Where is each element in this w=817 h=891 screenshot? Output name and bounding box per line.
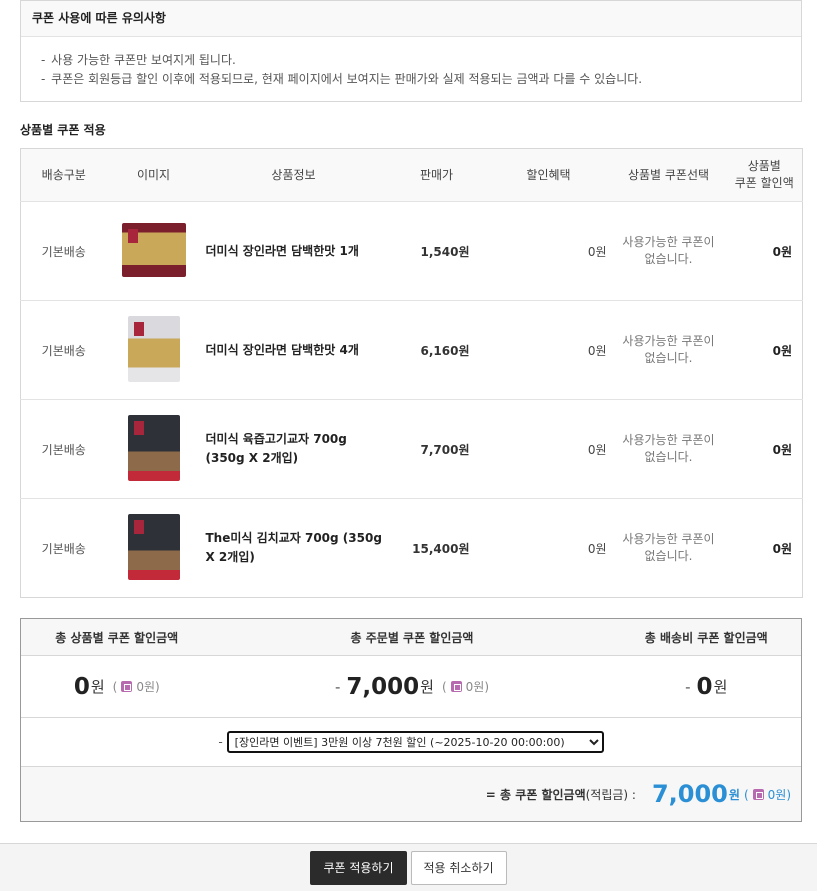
order-discount-value: 7,000 [346, 673, 420, 700]
coupon-empty-line2: 없습니다. [644, 549, 693, 563]
header-coupon-discount-line2: 쿠폰 할인액 [734, 176, 794, 190]
mileage-icon [450, 681, 462, 692]
order-discount-total: -7,000 원 (0원) [213, 656, 612, 717]
coupon-select-empty: 사용가능한 쿠폰이없습니다. [610, 399, 727, 499]
mileage-icon [752, 788, 764, 800]
order-discount-mileage: (0원) [441, 680, 490, 694]
notice-list: 사용 가능한 쿠폰만 보여지게 됩니다. 쿠폰은 회원등급 할인 이후에 적용되… [21, 37, 801, 89]
header-coupon-discount: 상품별 쿠폰 할인액 [726, 148, 803, 202]
product-image[interactable] [121, 222, 186, 277]
select-dash: - [218, 735, 223, 749]
ship-type: 기본배송 [20, 300, 107, 400]
action-footer: 쿠폰 적용하기 적용 취소하기 [0, 843, 817, 891]
product-discount-mileage: (0원) [112, 680, 160, 694]
product-name[interactable]: 더미식 장인라면 담백한맛 1개 [200, 201, 387, 301]
header-benefit: 할인혜택 [486, 148, 611, 202]
notice-title: 쿠폰 사용에 따른 유의사항 [21, 1, 801, 37]
shipping-discount-value: 0 [696, 673, 713, 700]
summary-values: 0원 (0원) -7,000 원 (0원) -0원 [21, 656, 801, 718]
header-info: 상품정보 [200, 148, 387, 202]
summary-header-order: 총 주문별 쿠폰 할인금액 [350, 630, 474, 645]
header-image: 이미지 [106, 148, 201, 202]
coupon-empty-line2: 없습니다. [644, 252, 693, 266]
won-unit: 원 [420, 678, 434, 696]
header-price: 판매가 [386, 148, 487, 202]
product-benefit: 0원 [587, 541, 607, 556]
product-price: 15,400원 [412, 541, 470, 556]
summary-header-product: 총 상품별 쿠폰 할인금액 [55, 630, 179, 645]
product-price: 6,160원 [386, 300, 487, 400]
product-price: 7,700원 [386, 399, 487, 499]
cancel-coupon-button[interactable]: 적용 취소하기 [410, 850, 507, 885]
apply-coupon-button[interactable]: 쿠폰 적용하기 [310, 850, 407, 885]
ship-type: 기본배송 [20, 201, 107, 301]
product-coupon-discount: 0원 [726, 300, 803, 400]
coupon-select-empty: 사용가능한 쿠폰이없습니다. [611, 499, 727, 598]
coupon-select-empty: 사용가능한 쿠폰이없습니다. [610, 300, 727, 400]
total-mileage-value: 0원 [767, 787, 787, 802]
order-coupon-select[interactable]: [장인라면 이벤트] 3만원 이상 7천원 할인 (~2025-10-20 00… [226, 731, 604, 753]
product-price: 1,540원 [386, 201, 487, 301]
product-image[interactable] [127, 414, 180, 481]
total-label: = 총 쿠폰 할인금액(적립금) : [486, 786, 636, 803]
header-coupon-discount-line1: 상품별 [747, 159, 781, 173]
mileage-icon [121, 681, 133, 692]
coupon-notice-box: 쿠폰 사용에 따른 유의사항 사용 가능한 쿠폰만 보여지게 됩니다. 쿠폰은 … [20, 0, 802, 102]
total-mileage: (0원) [743, 787, 791, 802]
section-title: 상품별 쿠폰 적용 [20, 123, 106, 137]
total-discount-value: 7,000 [651, 780, 728, 808]
notice-item: 사용 가능한 쿠폰만 보여지게 됩니다. [41, 51, 801, 70]
coupon-empty-line1: 사용가능한 쿠폰이 [622, 235, 715, 249]
product-benefit: 0원 [486, 300, 611, 400]
ship-type: 기본배송 [41, 541, 86, 556]
won-unit: 원 [90, 678, 105, 696]
product-image[interactable] [127, 513, 180, 580]
coupon-empty-line2: 없습니다. [644, 351, 693, 365]
total-won-unit: 원 [728, 787, 740, 802]
minus-sign: - [334, 677, 341, 696]
product-name[interactable]: The미식 김치교자 700g (350g X 2개입) [201, 499, 387, 598]
coupon-select-empty: 사용가능한 쿠폰이없습니다. [610, 201, 727, 301]
notice-item: 쿠폰은 회원등급 할인 이후에 적용되므로, 현재 페이지에서 보여지는 판매가… [41, 70, 801, 89]
product-discount-value: 0 [73, 673, 90, 700]
total-coupon-discount-row: = 총 쿠폰 할인금액(적립금) : 7,000 원 (0원) [21, 767, 801, 821]
mileage-value: 0원 [465, 680, 485, 694]
won-unit: 원 [713, 678, 728, 696]
mileage-value: 0원 [136, 680, 156, 694]
coupon-empty-line1: 사용가능한 쿠폰이 [622, 532, 715, 546]
table-row: 기본배송 The미식 김치교자 700g (350g X 2개입) 15,400… [21, 499, 803, 598]
product-coupon-table: 배송구분 이미지 상품정보 판매가 할인혜택 상품별 쿠폰선택 상품별 쿠폰 할… [20, 148, 803, 598]
product-name[interactable]: 더미식 육즙고기교자 700g (350g X 2개입) [200, 399, 387, 499]
table-header-row: 배송구분 이미지 상품정보 판매가 할인혜택 상품별 쿠폰선택 상품별 쿠폰 할… [20, 148, 803, 202]
shipping-discount-total: -0원 [612, 656, 802, 717]
product-coupon-discount: 0원 [772, 541, 792, 556]
product-image[interactable] [127, 315, 180, 382]
coupon-empty-line2: 없습니다. [644, 450, 693, 464]
product-coupon-discount: 0원 [726, 399, 803, 499]
total-label-paren: (적립금) : [585, 787, 636, 802]
product-benefit: 0원 [486, 399, 611, 499]
table-row: 기본배송 더미식 장인라면 담백한맛 1개 1,540원 0원 사용가능한 쿠폰… [20, 201, 803, 301]
product-benefit: 0원 [486, 201, 611, 301]
header-coupon-select: 상품별 쿠폰선택 [610, 148, 727, 202]
total-label-text: = 총 쿠폰 할인금액 [485, 787, 586, 802]
product-name[interactable]: 더미식 장인라면 담백한맛 4개 [200, 300, 387, 400]
coupon-summary-box: 총 상품별 쿠폰 할인금액 총 주문별 쿠폰 할인금액 총 배송비 쿠폰 할인금… [20, 618, 802, 822]
summary-header: 총 상품별 쿠폰 할인금액 총 주문별 쿠폰 할인금액 총 배송비 쿠폰 할인금… [21, 619, 801, 656]
ship-type: 기본배송 [20, 399, 107, 499]
header-ship: 배송구분 [20, 148, 107, 202]
product-discount-total: 0원 (0원) [21, 656, 213, 717]
order-coupon-select-row: - [장인라면 이벤트] 3만원 이상 7천원 할인 (~2025-10-20 … [21, 718, 801, 767]
minus-sign: - [685, 677, 691, 696]
summary-header-shipping: 총 배송비 쿠폰 할인금액 [644, 630, 768, 645]
table-row: 기본배송 더미식 장인라면 담백한맛 4개 6,160원 0원 사용가능한 쿠폰… [20, 300, 803, 400]
coupon-empty-line1: 사용가능한 쿠폰이 [622, 433, 715, 447]
coupon-empty-line1: 사용가능한 쿠폰이 [622, 334, 715, 348]
product-coupon-discount: 0원 [726, 201, 803, 301]
table-row: 기본배송 더미식 육즙고기교자 700g (350g X 2개입) 7,700원… [20, 399, 803, 499]
